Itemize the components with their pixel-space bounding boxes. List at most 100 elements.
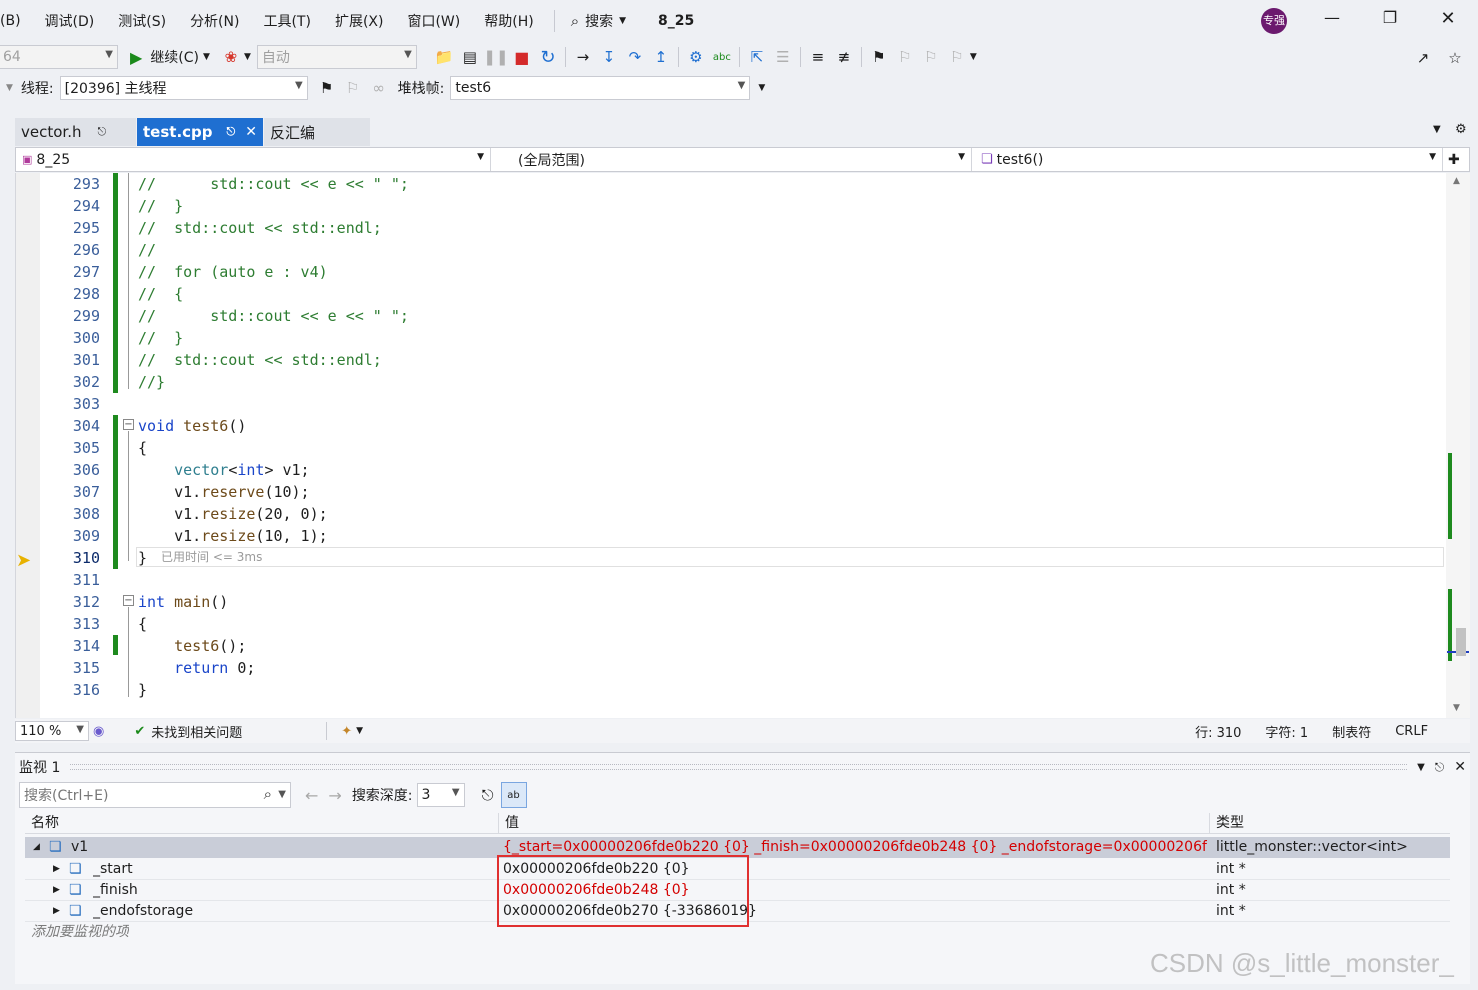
close-tab-icon[interactable]: ✕ — [245, 124, 257, 140]
code-line[interactable]: return 0; — [138, 657, 255, 679]
col-divider[interactable] — [498, 813, 499, 834]
col-value[interactable]: 值 — [505, 813, 519, 834]
next-bookmark-icon[interactable]: ⚐ — [918, 44, 944, 70]
code-line[interactable]: test6(); — [138, 635, 246, 657]
menu-tools[interactable]: 工具(T) — [251, 11, 322, 31]
line-indicator[interactable]: 行: 310 — [1195, 722, 1241, 741]
chevron-down-icon[interactable]: ▼ — [1417, 762, 1425, 773]
format-icon[interactable]: ☰ — [770, 44, 796, 70]
code-line[interactable]: vector<int> v1; — [138, 459, 309, 481]
show-next-statement-icon[interactable]: → — [570, 44, 596, 70]
pin-icon[interactable]: ⎋ — [1435, 760, 1445, 775]
code-line[interactable]: v1.resize(20, 0); — [138, 503, 328, 525]
bookmark-icon[interactable]: ⚑ — [866, 44, 892, 70]
restore-icon[interactable]: ❐ — [1376, 8, 1404, 34]
tabs-indicator[interactable]: 制表符 — [1332, 722, 1371, 741]
scope-combo[interactable]: (全局范围) ▼ — [494, 148, 972, 171]
collapse-arrow-icon[interactable]: ◢ — [33, 837, 40, 858]
zoom-combo[interactable]: 110 % ▼ — [15, 721, 89, 741]
continue-button[interactable]: ▶ 继续(C) ▼ — [130, 47, 210, 67]
tab-disassembly[interactable]: 反汇编 — [264, 118, 370, 146]
close-window-icon[interactable]: ✕ — [1434, 8, 1462, 34]
function-combo[interactable]: ❏ test6() ▼ — [975, 148, 1443, 171]
watch-search-input[interactable]: 搜索(Ctrl+E) ⌕ ▼ — [19, 782, 291, 808]
issues-text[interactable]: 未找到相关问题 — [151, 722, 242, 741]
expand-arrow-icon[interactable]: ▶ — [53, 859, 60, 880]
tab-test-cpp[interactable]: test.cpp ⎋ ✕ — [137, 118, 263, 146]
scroll-down-icon[interactable]: ▼ — [1453, 703, 1460, 713]
cleanup-icon[interactable]: ✦ — [341, 724, 352, 739]
flag-icon[interactable]: ⚑ — [314, 75, 340, 101]
col-name[interactable]: 名称 — [31, 813, 59, 834]
auto-combo[interactable]: 自动 ▼ — [256, 45, 417, 69]
window-layout-icon[interactable]: ▤ — [457, 44, 483, 70]
restart-icon[interactable]: ↻ — [535, 44, 561, 70]
chevron-down-icon[interactable]: ▼ — [356, 726, 363, 736]
collapse-icon[interactable]: − — [123, 419, 134, 430]
expand-arrow-icon[interactable]: ▶ — [53, 901, 60, 922]
code-line[interactable]: // std::cout << std::endl; — [138, 217, 382, 239]
code-line[interactable]: v1.reserve(10); — [138, 481, 309, 503]
stop-icon[interactable]: ■ — [509, 44, 535, 70]
pin-source-icon[interactable]: ⎋ — [475, 782, 501, 808]
outdent-icon[interactable]: ≢ — [831, 44, 857, 70]
step-out-icon[interactable]: ↥ — [648, 44, 674, 70]
code-line[interactable]: v1.resize(10, 1); — [138, 525, 328, 547]
view-raw-icon[interactable]: ab — [500, 782, 527, 808]
collapse-icon[interactable]: − — [123, 595, 134, 606]
menu-extensions[interactable]: 扩展(X) — [323, 11, 396, 31]
code-line[interactable]: // { — [138, 283, 183, 305]
indicator-margin[interactable] — [16, 173, 40, 718]
breakpoint-location-icon[interactable]: ⇱ — [744, 44, 770, 70]
menu-analyze[interactable]: 分析(N) — [178, 11, 251, 31]
scroll-up-icon[interactable]: ▲ — [1453, 176, 1460, 186]
split-icon[interactable]: ✚ — [1443, 148, 1467, 171]
folder-icon[interactable]: 📁 — [431, 44, 457, 70]
search-button[interactable]: ⌕ 搜索 ▼ — [563, 11, 634, 31]
code-line[interactable]: { — [138, 437, 147, 459]
prev-bookmark-icon[interactable]: ⚐ — [892, 44, 918, 70]
platform-combo[interactable]: 64 ▼ — [0, 45, 118, 69]
menu-help[interactable]: 帮助(H) — [472, 11, 545, 31]
scroll-thumb[interactable] — [1456, 628, 1466, 656]
spell-check-icon[interactable]: abc — [709, 44, 735, 70]
step-into-icon[interactable]: ↧ — [596, 44, 622, 70]
clear-bookmark-icon[interactable]: ⚐ — [944, 44, 970, 70]
hot-reload-icon[interactable]: ❀ — [218, 44, 244, 70]
copilot-icon[interactable]: ◉ — [93, 724, 104, 739]
code-editor[interactable]: ➤ 293 294 295 296 297 298 299 300 301 302 303 304 30… — [15, 173, 1470, 718]
expand-arrow-icon[interactable]: ▶ — [53, 880, 60, 901]
code-line[interactable]: // std::cout << std::endl; — [138, 349, 382, 371]
menu-build[interactable]: (B) — [0, 13, 33, 29]
code-line[interactable]: void test6() — [138, 415, 246, 437]
code-line[interactable]: // } — [138, 327, 183, 349]
step-over-icon[interactable]: ↷ — [622, 44, 648, 70]
code-line[interactable]: { — [138, 613, 147, 635]
menu-test[interactable]: 测试(S) — [106, 11, 178, 31]
menu-window[interactable]: 窗口(W) — [395, 11, 472, 31]
close-panel-icon[interactable]: ✕ — [1454, 759, 1466, 775]
minimize-icon[interactable]: — — [1318, 8, 1346, 34]
stackframe-combo[interactable]: test6 ▼ — [450, 76, 751, 100]
chevron-down-icon[interactable]: ▼ — [1433, 124, 1441, 135]
code-line[interactable]: // std::cout << e << " "; — [138, 305, 409, 327]
pin-icon[interactable]: ⎋ — [97, 125, 106, 139]
code-line[interactable]: // for (auto e : v4) — [138, 261, 328, 283]
back-arrow-icon[interactable]: ← — [305, 786, 318, 805]
group-threads-icon[interactable]: ∞ — [366, 75, 392, 101]
code-line[interactable]: int main() — [138, 591, 228, 613]
indent-icon[interactable]: ≡ — [805, 44, 831, 70]
add-watch-placeholder[interactable]: 添加要监视的项 — [31, 922, 129, 943]
share-icon[interactable]: ↗ — [1410, 45, 1436, 71]
tab-vector-h[interactable]: vector.h ⎋ — [15, 118, 136, 146]
pin-icon[interactable]: ⎋ — [227, 125, 236, 139]
feedback-icon[interactable]: ☆ — [1442, 45, 1468, 71]
col-divider[interactable] — [1209, 813, 1210, 834]
pause-icon[interactable]: ❚❚ — [483, 44, 509, 70]
gear-icon[interactable]: ⚙ — [1455, 122, 1467, 137]
code-line[interactable]: // std::cout << e << " "; — [138, 173, 409, 195]
forward-arrow-icon[interactable]: → — [328, 786, 341, 805]
flag-all-icon[interactable]: ⚐ — [340, 75, 366, 101]
avatar[interactable]: 专强 — [1261, 8, 1287, 34]
hex-display-icon[interactable]: ⚙ — [683, 44, 709, 70]
